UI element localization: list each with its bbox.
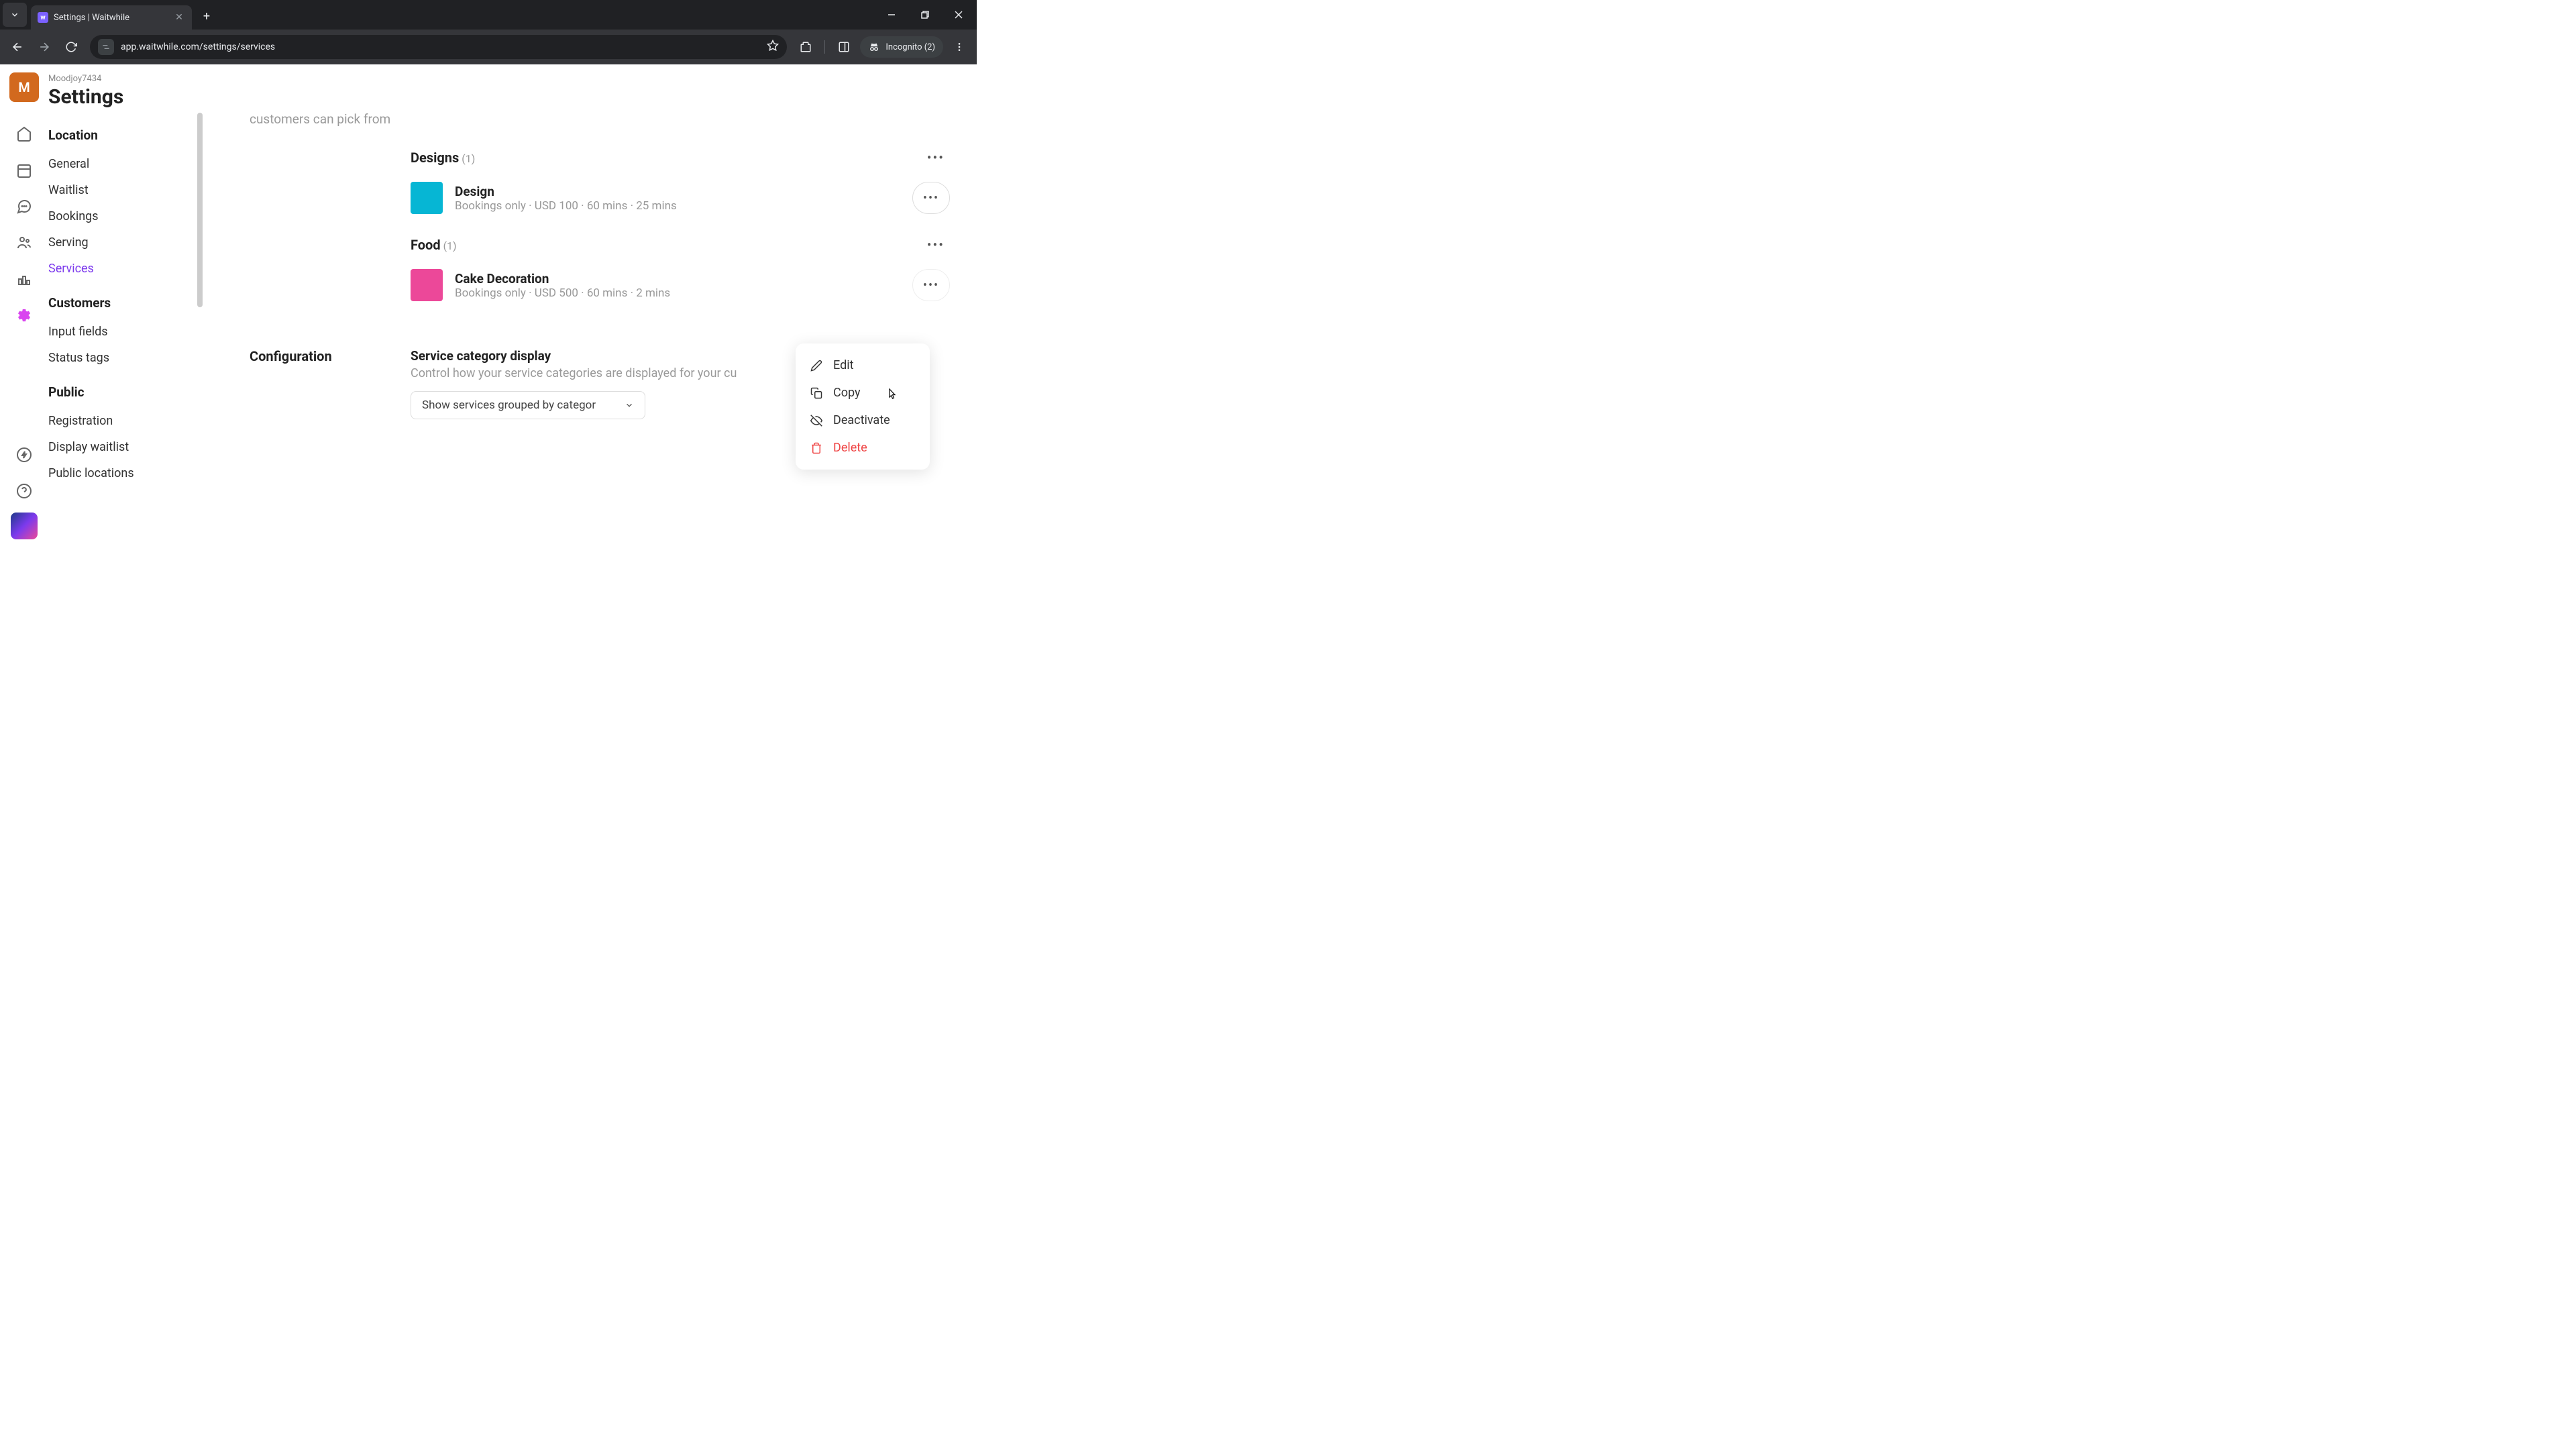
extensions-button[interactable]: [794, 35, 818, 59]
select-value: Show services grouped by categor: [422, 398, 596, 412]
sidebar-heading-customers: Customers: [48, 295, 203, 311]
close-tab-button[interactable]: ✕: [173, 11, 185, 23]
maximize-button[interactable]: [910, 3, 941, 27]
category-menu-button[interactable]: •••: [922, 234, 950, 256]
category-header-food: Food (1) •••: [411, 234, 963, 256]
menu-item-delete[interactable]: Delete: [796, 434, 930, 462]
bolt-icon[interactable]: [9, 440, 39, 470]
sidebar-item-services[interactable]: Services: [48, 256, 203, 282]
tab-search-button[interactable]: [3, 3, 27, 27]
sidebar-item-bookings[interactable]: Bookings: [48, 203, 203, 229]
back-button[interactable]: [5, 35, 30, 59]
calendar-icon[interactable]: [9, 156, 39, 185]
people-icon[interactable]: [9, 228, 39, 258]
category-menu-button[interactable]: •••: [922, 147, 950, 168]
sidebar-item-public-locations[interactable]: Public locations: [48, 460, 203, 486]
menu-label: Copy: [833, 386, 861, 400]
category-count: (1): [443, 239, 457, 252]
eye-off-icon: [810, 415, 822, 427]
config-section-label: Configuration: [250, 348, 384, 419]
service-color-swatch: [411, 182, 443, 214]
menu-item-deactivate[interactable]: Deactivate: [796, 407, 930, 434]
help-icon[interactable]: [9, 476, 39, 506]
app-content: M Moodjoy7434 Settings Loca: [0, 64, 977, 547]
icon-rail: M: [0, 64, 48, 547]
incognito-indicator[interactable]: Incognito (2): [860, 36, 943, 58]
service-meta: Bookings only · USD 500 · 60 mins · 2 mi…: [455, 286, 900, 300]
browser-toolbar: app.waitwhile.com/settings/services Inco…: [0, 30, 977, 64]
new-tab-button[interactable]: +: [197, 7, 216, 25]
main-content: customers can pick from Designs (1) •••: [203, 64, 977, 547]
settings-sidebar: Moodjoy7434 Settings Location General Wa…: [48, 64, 203, 547]
url-text: app.waitwhile.com/settings/services: [121, 42, 760, 52]
page-title: Settings: [48, 85, 203, 109]
service-meta: Bookings only · USD 100 · 60 mins · 25 m…: [455, 199, 900, 213]
sidebar-item-general[interactable]: General: [48, 151, 203, 177]
copy-icon: [810, 387, 822, 399]
browser-menu-button[interactable]: [947, 35, 971, 59]
category-display-select[interactable]: Show services grouped by categor: [411, 391, 645, 419]
close-window-button[interactable]: [943, 3, 974, 27]
menu-item-copy[interactable]: Copy: [796, 379, 930, 407]
profile-avatar[interactable]: [11, 513, 38, 539]
menu-label: Deactivate: [833, 413, 890, 427]
service-context-menu: Edit Copy Deactivate Delete: [796, 343, 930, 470]
service-item-cake-decoration[interactable]: Cake Decoration Bookings only · USD 500 …: [411, 269, 963, 301]
favicon-icon: w: [38, 12, 48, 23]
menu-item-edit[interactable]: Edit: [796, 352, 930, 379]
minimize-button[interactable]: [876, 3, 907, 27]
scrollbar[interactable]: [197, 113, 203, 307]
service-name: Cake Decoration: [455, 271, 900, 286]
sidebar-item-display-waitlist[interactable]: Display waitlist: [48, 434, 203, 460]
sidebar-item-serving[interactable]: Serving: [48, 229, 203, 256]
settings-icon[interactable]: [9, 301, 39, 330]
trash-icon: [810, 442, 822, 454]
sidebar-heading-public: Public: [48, 384, 203, 400]
reload-button[interactable]: [59, 35, 83, 59]
browser-tab-strip: w Settings | Waitwhile ✕ +: [0, 0, 977, 30]
forward-button[interactable]: [32, 35, 56, 59]
incognito-label: Incognito (2): [885, 42, 935, 52]
service-name: Design: [455, 184, 900, 199]
sidebar-item-input-fields[interactable]: Input fields: [48, 319, 203, 345]
sidebar-item-registration[interactable]: Registration: [48, 408, 203, 434]
sidebar-heading-location: Location: [48, 127, 203, 143]
tab-title: Settings | Waitwhile: [54, 13, 168, 23]
workspace-name: Moodjoy7434: [48, 74, 203, 84]
sidebar-item-status-tags[interactable]: Status tags: [48, 345, 203, 371]
browser-tab[interactable]: w Settings | Waitwhile ✕: [31, 5, 192, 30]
menu-label: Edit: [833, 358, 853, 372]
service-menu-button[interactable]: •••: [912, 269, 950, 301]
category-name: Designs: [411, 150, 459, 166]
divider: [824, 40, 825, 54]
bookmark-icon[interactable]: [767, 40, 779, 54]
service-item-design[interactable]: Design Bookings only · USD 100 · 60 mins…: [411, 182, 963, 214]
service-color-swatch: [411, 269, 443, 301]
menu-label: Delete: [833, 441, 867, 455]
chevron-down-icon: [625, 400, 634, 410]
pencil-icon: [810, 360, 822, 372]
workspace-avatar[interactable]: M: [9, 72, 39, 102]
sidebar-item-waitlist[interactable]: Waitlist: [48, 177, 203, 203]
analytics-icon[interactable]: [9, 264, 39, 294]
messages-icon[interactable]: [9, 192, 39, 221]
partial-description: customers can pick from: [250, 111, 963, 127]
side-panel-button[interactable]: [832, 35, 856, 59]
service-menu-button[interactable]: •••: [912, 182, 950, 214]
window-controls: [876, 3, 974, 27]
category-header-designs: Designs (1) •••: [411, 147, 963, 168]
category-count: (1): [462, 152, 475, 165]
home-icon[interactable]: [9, 119, 39, 149]
address-bar[interactable]: app.waitwhile.com/settings/services: [90, 35, 787, 59]
site-info-icon[interactable]: [98, 39, 114, 55]
cursor-icon: [885, 388, 898, 405]
category-name: Food: [411, 237, 441, 253]
